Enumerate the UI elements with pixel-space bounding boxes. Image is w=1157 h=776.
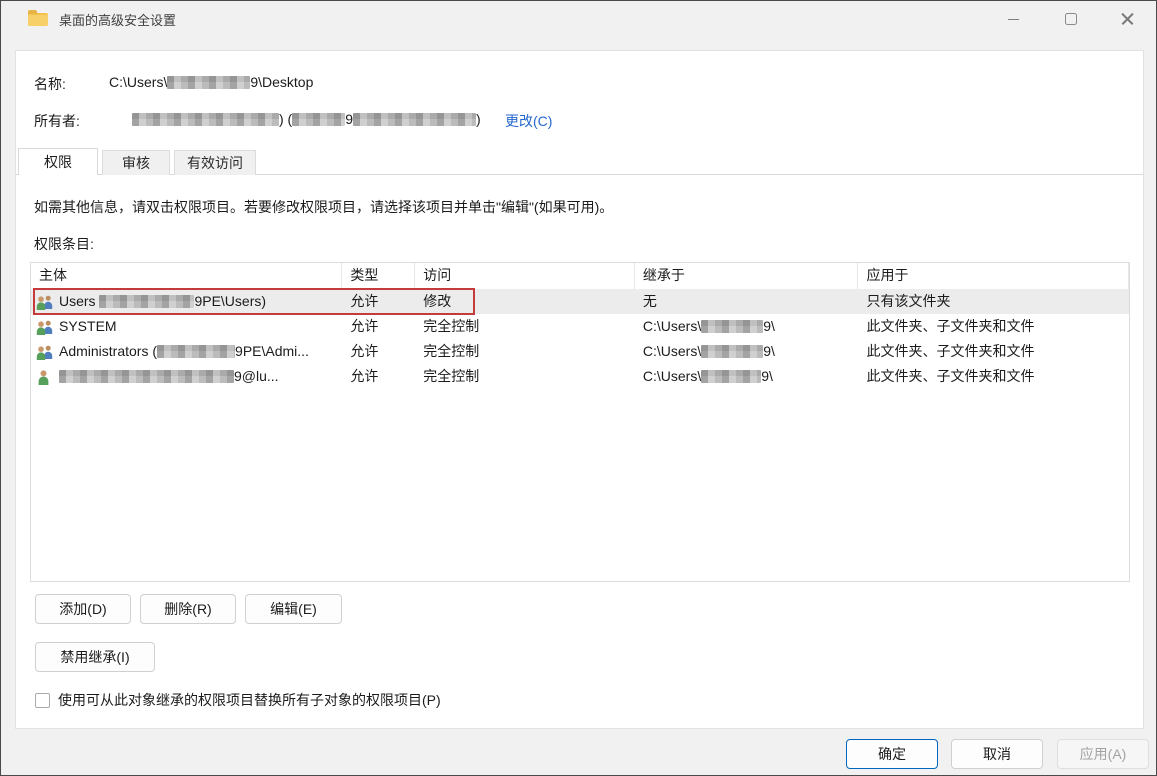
replace-permissions-label: 使用可从此对象继承的权限项目替换所有子对象的权限项目(P)	[58, 690, 441, 710]
list-header: 主体类型访问继承于应用于	[31, 263, 1129, 289]
cell-applies-to: 只有该文件夹	[858, 289, 1129, 314]
group-users-icon	[36, 294, 54, 310]
redacted-text	[292, 113, 345, 126]
maximize-icon	[1065, 13, 1077, 25]
owner-value: ) (9)	[132, 111, 481, 127]
edit-button[interactable]: 编辑(E)	[245, 594, 342, 624]
cell-principal: Administrators (9PE\Admi...	[31, 339, 342, 364]
instructions-text: 如需其他信息，请双击权限项目。若要修改权限项目，请选择该项目并单击"编辑"(如果…	[34, 197, 613, 217]
group-users-icon	[36, 344, 54, 360]
tab-audit[interactable]: 审核	[102, 150, 170, 175]
close-button[interactable]	[1099, 1, 1156, 37]
window-title: 桌面的高级安全设置	[59, 10, 176, 29]
folder-icon	[28, 13, 48, 26]
redacted-text	[167, 76, 250, 89]
cell-access: 完全控制	[415, 339, 635, 364]
cell-inherited-from: 无	[635, 289, 859, 314]
tab-strip: 权限审核有效访问	[18, 148, 256, 175]
tab-permissions[interactable]: 权限	[18, 148, 98, 175]
ok-button[interactable]: 确定	[846, 739, 938, 769]
replace-permissions-checkbox[interactable]	[35, 693, 50, 708]
cell-applies-to: 此文件夹、子文件夹和文件	[858, 339, 1129, 364]
window-controls	[985, 1, 1156, 37]
cell-applies-to: 此文件夹、子文件夹和文件	[858, 364, 1129, 389]
cell-principal: 9@lu...	[31, 364, 342, 389]
cell-type: 允许	[342, 289, 415, 314]
cell-inherited-from: C:\Users\9\	[635, 339, 859, 364]
redacted-text	[701, 320, 763, 333]
name-value: C:\Users\9\Desktop	[109, 74, 313, 90]
maximize-button[interactable]	[1042, 1, 1099, 37]
cell-principal: Users 9PE\Users)	[31, 289, 342, 314]
cell-type: 允许	[342, 314, 415, 339]
cell-principal: SYSTEM	[31, 314, 342, 339]
redacted-text	[701, 370, 761, 383]
owner-label: 所有者:	[34, 111, 80, 131]
cell-type: 允许	[342, 339, 415, 364]
cell-inherited-from: C:\Users\9\	[635, 314, 859, 339]
cell-applies-to: 此文件夹、子文件夹和文件	[858, 314, 1129, 339]
table-row[interactable]: 9@lu...允许完全控制C:\Users\9\此文件夹、子文件夹和文件	[31, 364, 1129, 389]
cell-access: 完全控制	[415, 364, 635, 389]
redacted-text	[59, 370, 234, 383]
dialog-body: 名称: C:\Users\9\Desktop 所有者: ) (9) 更改(C) …	[15, 50, 1144, 729]
cell-inherited-from: C:\Users\9\	[635, 364, 859, 389]
redacted-text	[132, 113, 279, 126]
table-row[interactable]: Users 9PE\Users)允许修改无只有该文件夹	[31, 289, 1129, 314]
group-users-icon	[36, 319, 54, 335]
table-row[interactable]: Administrators (9PE\Admi...允许完全控制C:\User…	[31, 339, 1129, 364]
close-icon	[1121, 13, 1134, 26]
cell-access: 修改	[415, 289, 635, 314]
name-label: 名称:	[34, 74, 66, 94]
redacted-text	[353, 113, 476, 126]
single-user-icon	[36, 369, 54, 385]
column-header-applies-to[interactable]: 应用于	[858, 263, 1129, 289]
cell-access: 完全控制	[415, 314, 635, 339]
replace-permissions-row: 使用可从此对象继承的权限项目替换所有子对象的权限项目(P)	[35, 690, 441, 710]
column-header-principal[interactable]: 主体	[31, 263, 342, 289]
permission-entries-label: 权限条目:	[34, 234, 94, 254]
permission-entries-list: 主体类型访问继承于应用于 Users 9PE\Users)允许修改无只有该文件夹…	[30, 262, 1130, 582]
column-header-access[interactable]: 访问	[415, 263, 635, 289]
column-header-inherited-from[interactable]: 继承于	[635, 263, 859, 289]
advanced-security-settings-dialog: 桌面的高级安全设置 名称: C:\Users\9\Desktop 所有者: ) …	[0, 0, 1157, 776]
remove-button[interactable]: 删除(R)	[140, 594, 236, 624]
minimize-button[interactable]	[985, 1, 1042, 37]
redacted-text	[99, 295, 194, 308]
redacted-text	[157, 345, 235, 358]
disable-inheritance-button[interactable]: 禁用继承(I)	[35, 642, 155, 672]
apply-button[interactable]: 应用(A)	[1057, 739, 1149, 769]
list-body: Users 9PE\Users)允许修改无只有该文件夹SYSTEM允许完全控制C…	[31, 289, 1129, 389]
table-row[interactable]: SYSTEM允许完全控制C:\Users\9\此文件夹、子文件夹和文件	[31, 314, 1129, 339]
change-owner-link[interactable]: 更改(C)	[505, 111, 552, 131]
add-button[interactable]: 添加(D)	[35, 594, 131, 624]
cell-type: 允许	[342, 364, 415, 389]
tab-effective-access[interactable]: 有效访问	[174, 150, 256, 175]
title-bar: 桌面的高级安全设置	[1, 1, 1156, 37]
minimize-icon	[1008, 19, 1019, 20]
column-header-type[interactable]: 类型	[342, 263, 415, 289]
redacted-text	[701, 345, 763, 358]
cancel-button[interactable]: 取消	[951, 739, 1043, 769]
